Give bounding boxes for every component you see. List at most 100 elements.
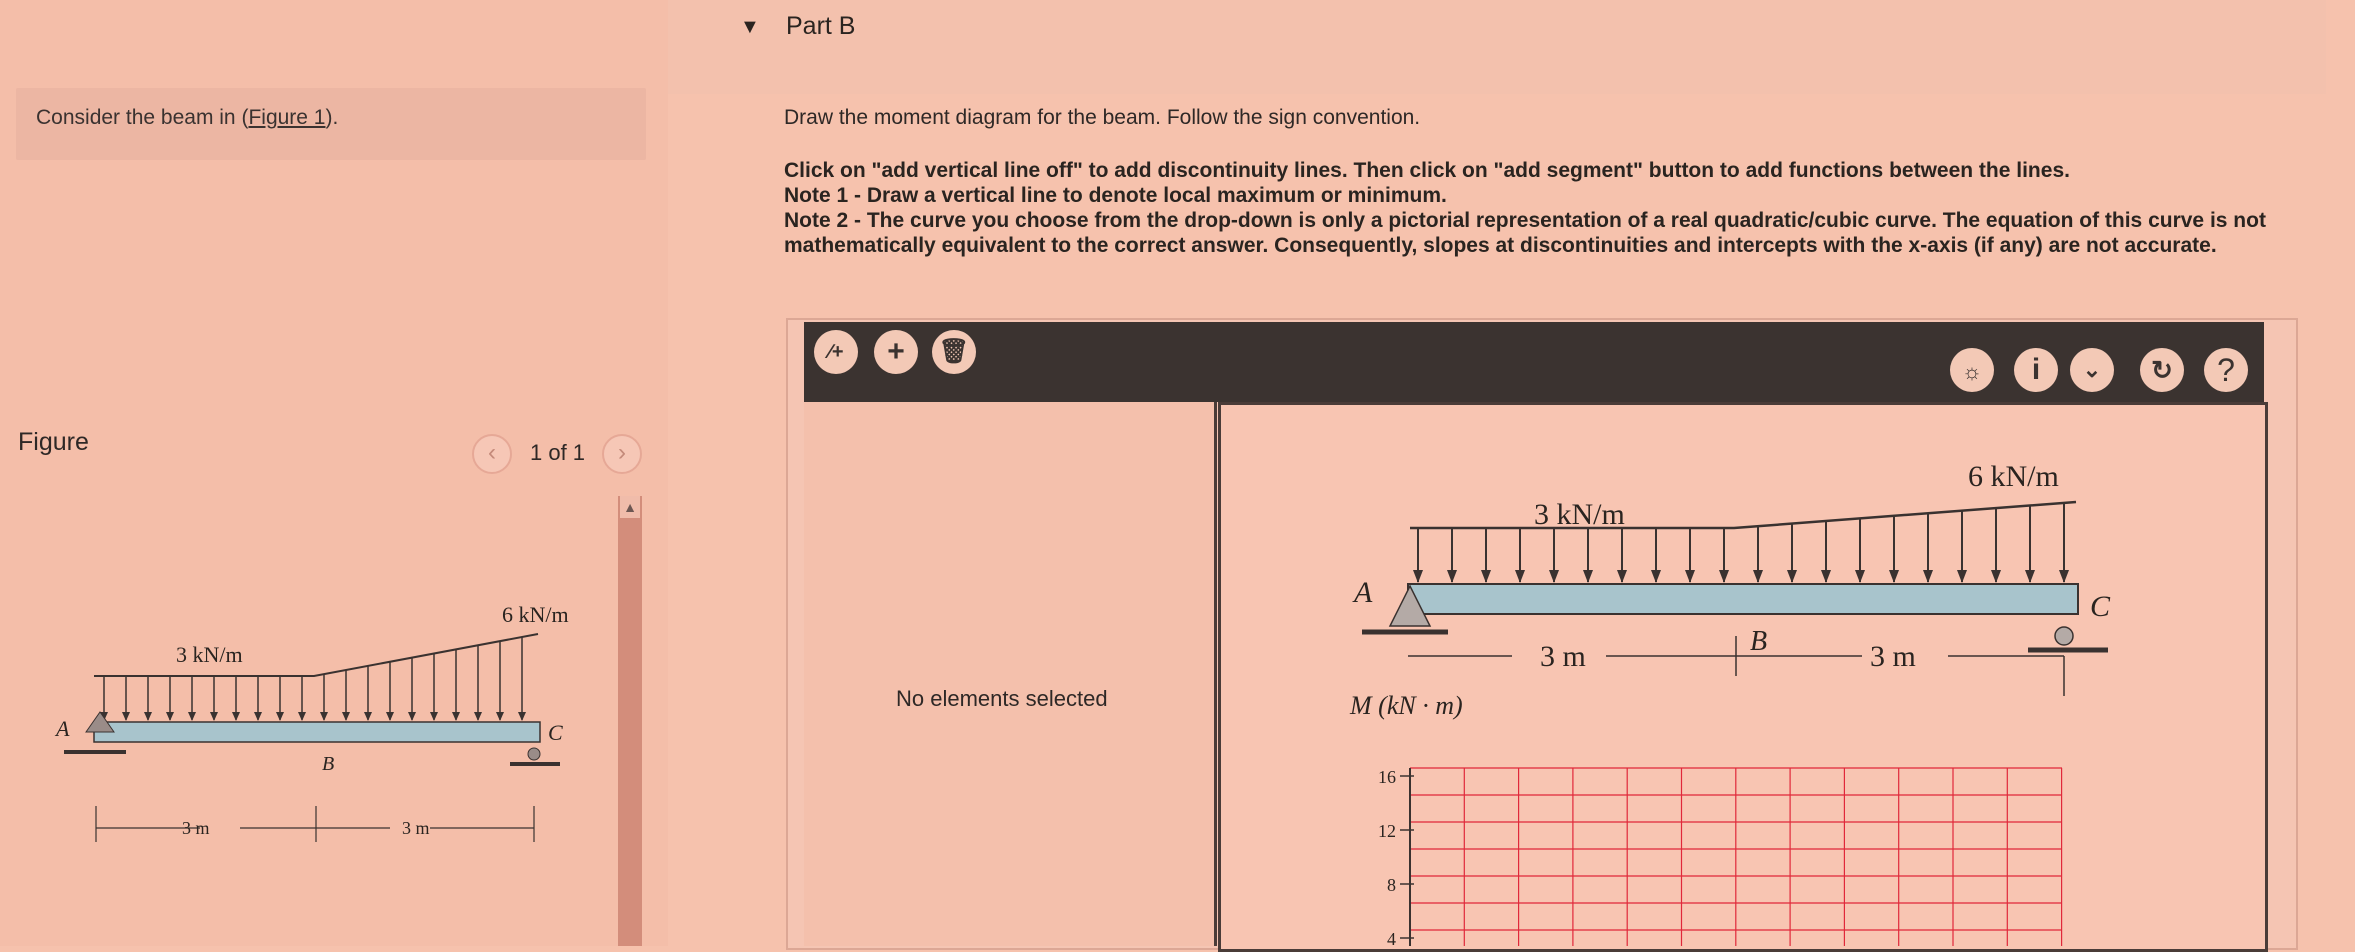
instruction-line-1: Click on "add vertical line off" to add … (784, 159, 2070, 182)
hint-button[interactable]: ☼ (1950, 348, 1994, 392)
load-arrow-head (188, 712, 196, 721)
canvas-diagram: 3 kN/m 6 kN/m A C B 3 m 3 m M (kN · m) 1… (1349, 460, 2111, 946)
figure-label: Figure (18, 428, 89, 456)
figure-point-a: A (54, 716, 70, 741)
instruction-line-3: Note 2 - The curve you choose from the d… (784, 209, 2266, 257)
part-header[interactable] (668, 0, 2326, 94)
y-tick-label: 4 (1387, 929, 1396, 946)
canvas-point-a: A (1352, 576, 1373, 609)
load-arrow-head (386, 712, 394, 721)
load-arrow-head (518, 712, 526, 721)
load-arrow-head (474, 712, 482, 721)
add-segment-button[interactable]: + (874, 330, 918, 374)
figure-scrollbar[interactable] (618, 496, 642, 946)
intro-suffix: ). (325, 106, 339, 129)
figure-beam-diagram: 3 kN/m 6 kN/m A C B 3 m 3 m (54, 602, 569, 842)
load-arrow-head (232, 712, 240, 721)
properties-panel (804, 402, 1217, 946)
canvas-span-left: 3 m (1540, 640, 1586, 673)
load-arrow-head (1889, 570, 1899, 583)
load-arrow-head (2059, 570, 2069, 583)
prev-figure-button[interactable]: ‹ (472, 434, 512, 474)
figure-point-b: B (322, 753, 334, 775)
moment-axis-label: M (kN · m) (1349, 691, 1463, 720)
figure-roller-support (527, 747, 541, 761)
canvas-beam (1407, 583, 2079, 615)
load-arrow-head (1583, 570, 1593, 583)
load-arrow-head (1413, 570, 1423, 583)
canvas-load-outline (1410, 500, 2077, 530)
load-arrow-head (1481, 570, 1491, 583)
no-selection-text: No elements selected (896, 686, 1108, 711)
instruction-notes: Click on "add vertical line off" to add … (784, 158, 2284, 258)
y-tick-label: 8 (1387, 875, 1396, 895)
redo-icon: ↻ (2151, 355, 2173, 385)
figure-span-right: 3 m (402, 818, 430, 838)
scroll-up-icon[interactable]: ▲ (620, 496, 640, 518)
canvas-right-load-label: 6 kN/m (1968, 460, 2059, 493)
help-button[interactable]: ? (2204, 348, 2248, 392)
intro-prefix: Consider the beam in ( (36, 106, 249, 129)
instruction-line-2: Note 1 - Draw a vertical line to denote … (784, 184, 1447, 207)
trash-icon: 🗑 (938, 338, 970, 365)
load-arrow-head (122, 712, 130, 721)
load-arrow-head (210, 712, 218, 721)
figure-left-load-label: 3 kN/m (176, 642, 243, 667)
load-arrow-head (1617, 570, 1627, 583)
canvas-left-load-label: 3 kN/m (1534, 498, 1625, 531)
figure-span-left: 3 m (182, 818, 210, 838)
help-icon: ? (2217, 352, 2235, 388)
load-arrow-head (496, 712, 504, 721)
figure-page-counter: 1 of 1 (530, 440, 586, 465)
part-title[interactable]: Part B (786, 12, 855, 41)
load-arrow-head (1515, 570, 1525, 583)
load-arrow-head (452, 712, 460, 721)
instruction-text: Draw the moment diagram for the beam. Fo… (784, 106, 1421, 129)
moment-y-ticks: 16 12 8 4 (1378, 767, 1414, 946)
moment-grid[interactable] (1409, 767, 2063, 946)
load-arrow-head (320, 712, 328, 721)
load-arrow-head (1957, 570, 1967, 583)
add-vertical-line-icon: ∕+ (828, 341, 844, 363)
load-arrow-head (1787, 570, 1797, 583)
redo-button[interactable]: ↻ (2140, 348, 2184, 392)
info-button[interactable]: i (2014, 348, 2058, 392)
chevron-right-icon: › (618, 439, 626, 466)
load-arrow-head (1753, 570, 1763, 583)
load-arrow-head (1549, 570, 1559, 583)
load-arrow-head (1821, 570, 1831, 583)
canvas-span-right: 3 m (1870, 640, 1916, 673)
figure-right-load-label: 6 kN/m (502, 602, 569, 627)
canvas-point-c: C (2090, 590, 2111, 623)
canvas-roller-support (2054, 626, 2074, 646)
delete-button[interactable]: 🗑 (932, 330, 976, 374)
chevron-down-icon: ⌄ (2082, 357, 2102, 382)
load-arrow-head (254, 712, 262, 721)
lightbulb-icon: ☼ (1961, 359, 1983, 384)
load-arrow-head (1923, 570, 1933, 583)
caret-down-icon[interactable]: ▼ (740, 16, 760, 39)
figure-link[interactable]: Figure 1 (248, 106, 325, 129)
load-arrow-head (166, 712, 174, 721)
y-tick-label: 12 (1378, 821, 1396, 841)
load-arrow-head (1447, 570, 1457, 583)
load-arrow-head (364, 712, 372, 721)
next-figure-button[interactable]: › (602, 434, 642, 474)
canvas-point-b: B (1750, 626, 1767, 657)
figure-load-outline (94, 633, 539, 677)
intro-text: Consider the beam in (Figure 1). (36, 106, 338, 130)
figure-point-c: C (548, 720, 563, 745)
load-arrow-head (2025, 570, 2035, 583)
figure-beam (93, 721, 541, 743)
load-arrow-head (1685, 570, 1695, 583)
load-arrow-head (1719, 570, 1729, 583)
options-dropdown-button[interactable]: ⌄ (2070, 348, 2114, 392)
load-arrow-head (408, 712, 416, 721)
figure-load-arrows (100, 637, 526, 721)
load-arrow-head (1855, 570, 1865, 583)
load-arrow-head (276, 712, 284, 721)
add-vertical-line-button[interactable]: ∕+ (814, 330, 858, 374)
info-icon: i (2031, 353, 2041, 386)
canvas-load-arrows (1413, 502, 2069, 583)
plus-icon: + (887, 335, 905, 368)
